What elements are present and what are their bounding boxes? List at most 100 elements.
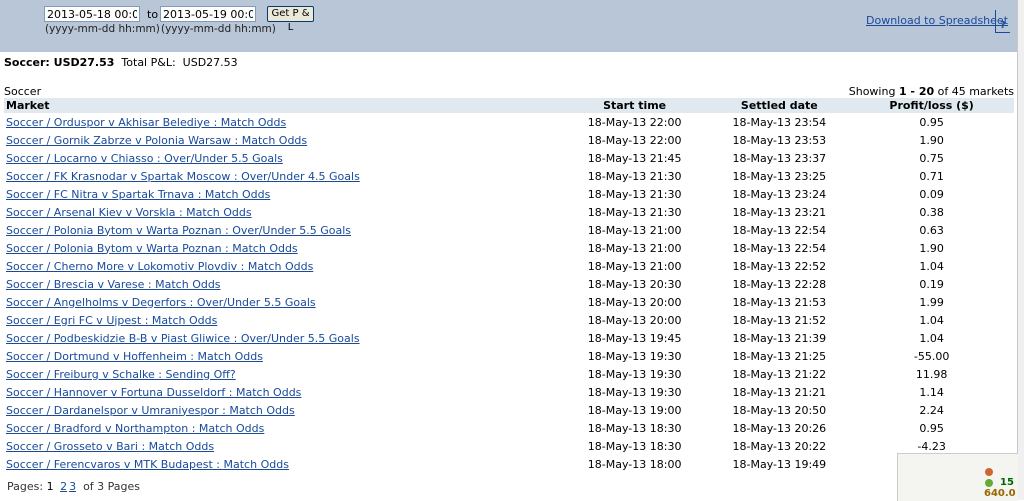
settled-date-cell: 18-May-13 23:24	[732, 187, 827, 201]
markets-table: Market Start time Settled date Profit/lo…	[4, 98, 1014, 473]
market-link[interactable]: Soccer / Egri FC v Ujpest : Match Odds	[6, 314, 217, 327]
pager-link-2[interactable]: 2	[60, 480, 67, 493]
header-settled-date: Settled date	[709, 98, 850, 113]
market-cell: Soccer / Ferencvaros v MTK Budapest : Ma…	[4, 455, 560, 473]
tray-network-icon[interactable]	[985, 479, 993, 487]
header-profit-loss: Profit/loss ($)	[849, 98, 1014, 113]
pagination: Pages: 1 23 of 3 Pages	[7, 480, 140, 493]
settled-date-cell: 18-May-13 21:52	[732, 313, 827, 327]
pl-summary: Soccer: USD27.53 Total P&L: USD27.53	[4, 56, 238, 69]
market-link[interactable]: Soccer / Bradford v Northampton : Match …	[6, 422, 264, 435]
profit-loss-cell: 1.99	[919, 295, 944, 309]
table-row: Soccer / Gornik Zabrze v Polonia Warsaw …	[4, 131, 1014, 149]
pager-link-3[interactable]: 3	[69, 480, 76, 493]
table-row: Soccer / FK Krasnodar v Spartak Moscow :…	[4, 167, 1014, 185]
market-link[interactable]: Soccer / Orduspor v Akhisar Belediye : M…	[6, 116, 286, 129]
section-title: Soccer	[4, 85, 42, 98]
market-link[interactable]: Soccer / Freiburg v Schalke : Sending Of…	[6, 368, 236, 381]
table-row: Soccer / Brescia v Varese : Match Odds 18…	[4, 275, 1014, 293]
table-row: Soccer / Egri FC v Ujpest : Match Odds 18…	[4, 311, 1014, 329]
help-glyph: ?	[1000, 20, 1006, 31]
tray-value-2: 640.0	[984, 488, 1016, 499]
table-row: Soccer / Cherno More v Lokomotiv Plovdiv…	[4, 257, 1014, 275]
settled-date-cell: 18-May-13 22:52	[732, 259, 827, 273]
profit-loss-cell: 0.19	[919, 277, 944, 291]
header-start-time: Start time	[559, 98, 710, 113]
market-cell: Soccer / Grosseto v Bari : Match Odds	[4, 437, 560, 455]
showing-total: of 45 markets	[937, 85, 1014, 98]
settled-date-cell: 18-May-13 23:21	[732, 205, 827, 219]
settled-date-cell: 18-May-13 20:22	[732, 439, 827, 453]
market-cell: Soccer / Brescia v Varese : Match Odds	[4, 275, 560, 293]
market-cell: Soccer / Angelholms v Degerfors : Over/U…	[4, 293, 560, 311]
header-market: Market	[4, 98, 560, 113]
pager-total: of 3 Pages	[83, 480, 141, 493]
market-link[interactable]: Soccer / FK Krasnodar v Spartak Moscow :…	[6, 170, 360, 183]
market-link[interactable]: Soccer / Polonia Bytom v Warta Poznan : …	[6, 224, 351, 237]
market-link[interactable]: Soccer / Dortmund v Hoffenheim : Match O…	[6, 350, 263, 363]
market-link[interactable]: Soccer / Brescia v Varese : Match Odds	[6, 278, 221, 291]
settled-date-cell: 18-May-13 22:54	[732, 241, 827, 255]
market-cell: Soccer / Dortmund v Hoffenheim : Match O…	[4, 347, 560, 365]
start-time-cell: 18-May-13 21:45	[587, 151, 682, 165]
window-edge	[1017, 0, 1024, 500]
market-link[interactable]: Soccer / Ferencvaros v MTK Budapest : Ma…	[6, 458, 289, 471]
start-time-cell: 18-May-13 18:00	[587, 457, 682, 471]
market-link[interactable]: Soccer / Hannover v Fortuna Dusseldorf :…	[6, 386, 301, 399]
market-cell: Soccer / Cherno More v Lokomotiv Plovdiv…	[4, 257, 560, 275]
market-link[interactable]: Soccer / Locarno v Chiasso : Over/Under …	[6, 152, 283, 165]
market-cell: Soccer / FK Krasnodar v Spartak Moscow :…	[4, 167, 560, 185]
showing-range: 1 - 20	[898, 85, 935, 98]
table-row: Soccer / Dardanelspor v Umraniyespor : M…	[4, 401, 1014, 419]
start-time-cell: 18-May-13 18:30	[587, 421, 682, 435]
market-cell: Soccer / Hannover v Fortuna Dusseldorf :…	[4, 383, 560, 401]
market-cell: Soccer / Gornik Zabrze v Polonia Warsaw …	[4, 131, 560, 149]
start-time-cell: 18-May-13 20:30	[587, 277, 682, 291]
download-spreadsheet-link[interactable]: Download to Spreadsheet	[866, 14, 1008, 27]
settled-date-cell: 18-May-13 21:39	[732, 331, 827, 345]
tray-status-icon[interactable]	[985, 468, 993, 476]
market-cell: Soccer / Arsenal Kiev v Vorskla : Match …	[4, 203, 560, 221]
get-pl-button[interactable]: Get P & L	[267, 6, 314, 33]
market-cell: Soccer / FC Nitra v Spartak Trnava : Mat…	[4, 185, 560, 203]
market-link[interactable]: Soccer / Arsenal Kiev v Vorskla : Match …	[6, 206, 252, 219]
pager-label: Pages:	[7, 480, 44, 493]
profit-loss-cell: 1.14	[919, 385, 944, 399]
from-date-input[interactable]	[44, 6, 140, 22]
profit-loss-cell: 1.04	[919, 313, 944, 327]
market-link[interactable]: Soccer / Angelholms v Degerfors : Over/U…	[6, 296, 316, 309]
start-time-cell: 18-May-13 22:00	[587, 133, 682, 147]
to-label: to	[147, 8, 159, 21]
table-row: Soccer / Arsenal Kiev v Vorskla : Match …	[4, 203, 1014, 221]
settled-date-cell: 18-May-13 21:53	[732, 295, 827, 309]
table-row: Soccer / Polonia Bytom v Warta Poznan : …	[4, 239, 1014, 257]
market-cell: Soccer / Polonia Bytom v Warta Poznan : …	[4, 221, 560, 239]
market-cell: Soccer / Locarno v Chiasso : Over/Under …	[4, 149, 560, 167]
market-link[interactable]: Soccer / Gornik Zabrze v Polonia Warsaw …	[6, 134, 307, 147]
profit-loss-cell: 1.04	[919, 331, 944, 345]
profit-loss-cell: -55.00	[913, 349, 950, 363]
market-link[interactable]: Soccer / Polonia Bytom v Warta Poznan : …	[6, 242, 298, 255]
table-row: Soccer / FC Nitra v Spartak Trnava : Mat…	[4, 185, 1014, 203]
start-time-cell: 18-May-13 19:45	[587, 331, 682, 345]
settled-date-cell: 18-May-13 21:25	[732, 349, 827, 363]
table-row: Soccer / Hannover v Fortuna Dusseldorf :…	[4, 383, 1014, 401]
start-time-cell: 18-May-13 21:30	[587, 169, 682, 183]
start-time-cell: 18-May-13 20:00	[587, 313, 682, 327]
to-format-hint: (yyyy-mm-dd hh:mm)	[161, 23, 276, 35]
market-link[interactable]: Soccer / FC Nitra v Spartak Trnava : Mat…	[6, 188, 270, 201]
settled-date-cell: 18-May-13 23:53	[732, 133, 827, 147]
profit-loss-cell: 0.63	[919, 223, 944, 237]
market-link[interactable]: Soccer / Grosseto v Bari : Match Odds	[6, 440, 214, 453]
settled-date-cell: 18-May-13 23:54	[732, 115, 827, 129]
market-cell: Soccer / Bradford v Northampton : Match …	[4, 419, 560, 437]
settled-date-cell: 18-May-13 20:26	[732, 421, 827, 435]
market-link[interactable]: Soccer / Podbeskidzie B-B v Piast Gliwic…	[6, 332, 360, 345]
pager-current: 1	[46, 480, 54, 493]
market-link[interactable]: Soccer / Cherno More v Lokomotiv Plovdiv…	[6, 260, 313, 273]
market-link[interactable]: Soccer / Dardanelspor v Umraniyespor : M…	[6, 404, 295, 417]
table-row: Soccer / Grosseto v Bari : Match Odds 18-…	[4, 437, 1014, 455]
table-row: Soccer / Ferencvaros v MTK Budapest : Ma…	[4, 455, 1014, 473]
profit-loss-cell: 0.71	[919, 169, 944, 183]
to-date-input[interactable]	[160, 6, 256, 22]
